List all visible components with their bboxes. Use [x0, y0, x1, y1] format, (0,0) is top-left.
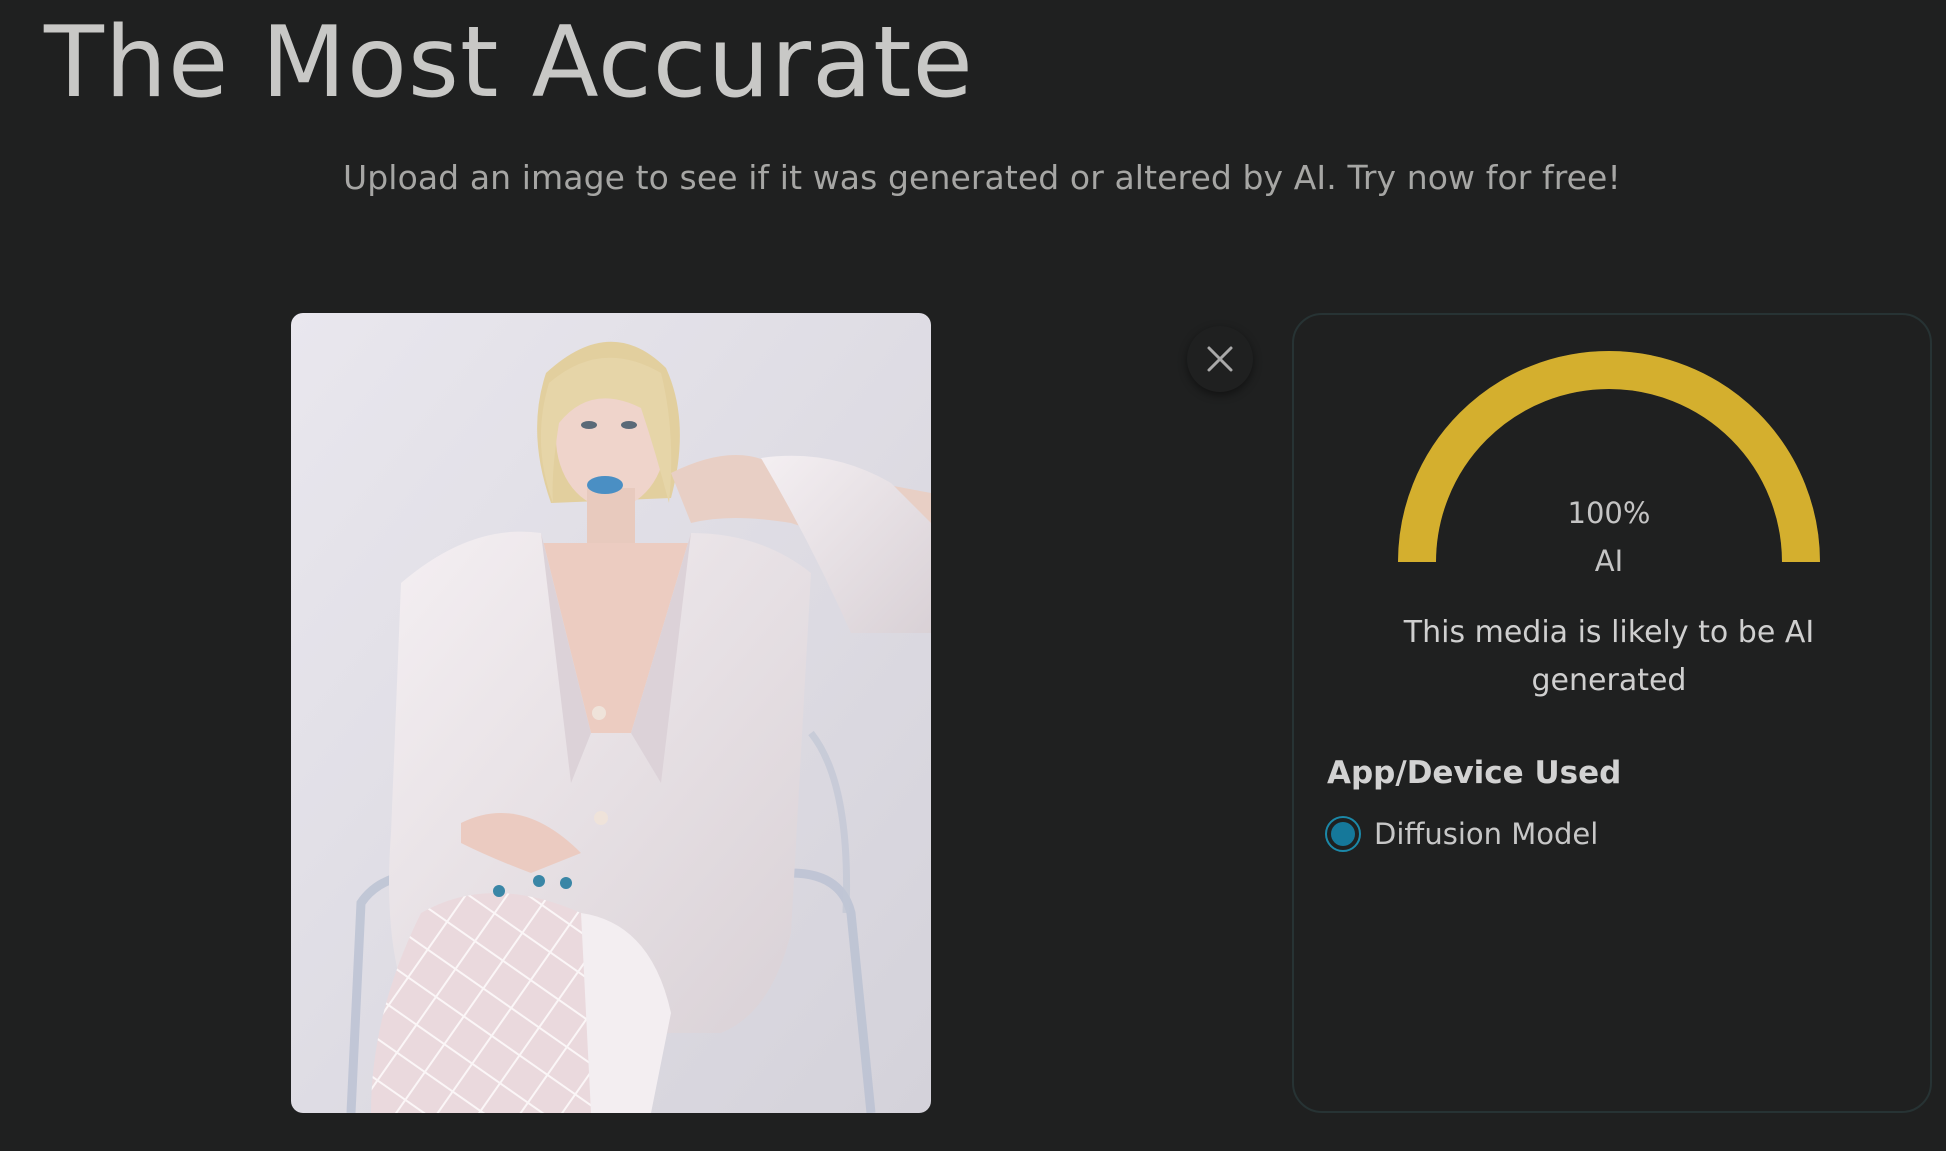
uploaded-image-preview: [291, 313, 931, 1113]
option-diffusion-model[interactable]: Diffusion Model: [1325, 816, 1598, 852]
close-icon: [1207, 346, 1233, 372]
page-subtitle: Upload an image to see if it was generat…: [343, 158, 1621, 197]
option-label: Diffusion Model: [1374, 817, 1599, 851]
gauge-fill: [1398, 351, 1820, 563]
verdict-text: This media is likely to be AI generated: [1403, 615, 1815, 698]
uploaded-photo: [291, 313, 931, 1113]
page-title: The Most Accurate: [44, 6, 974, 120]
result-panel: 100% AI This media is likely to be AI ge…: [1292, 313, 1932, 1113]
ai-score-label: AI: [1594, 544, 1624, 578]
radio-selected-dot: [1331, 822, 1355, 846]
app-device-title: App/Device Used: [1327, 755, 1622, 791]
ai-score-value: 100%: [1567, 496, 1651, 530]
radio-button[interactable]: [1325, 816, 1361, 852]
remove-image-button[interactable]: [1187, 326, 1253, 392]
ai-score-gauge: 100% AI: [1397, 349, 1821, 578]
gauge-arc: [1398, 351, 1820, 563]
